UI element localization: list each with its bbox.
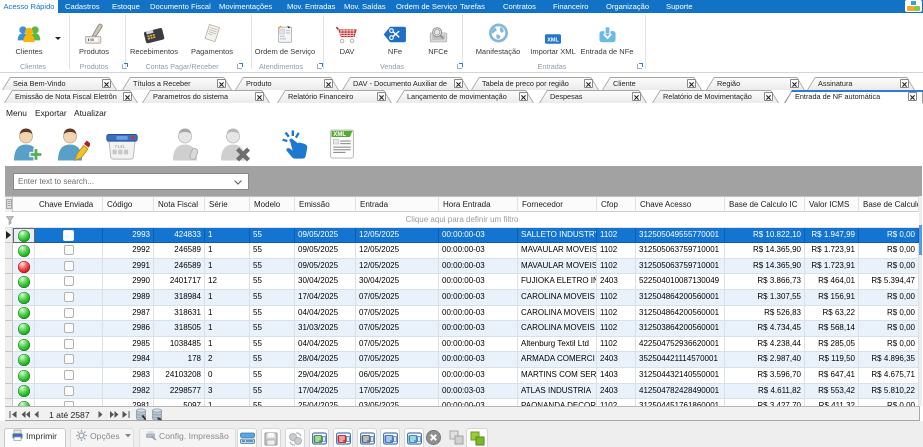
svg-text:7141: 7141 [114,144,125,150]
svg-text:XML: XML [333,131,346,138]
svg-text:XML: XML [547,37,559,43]
